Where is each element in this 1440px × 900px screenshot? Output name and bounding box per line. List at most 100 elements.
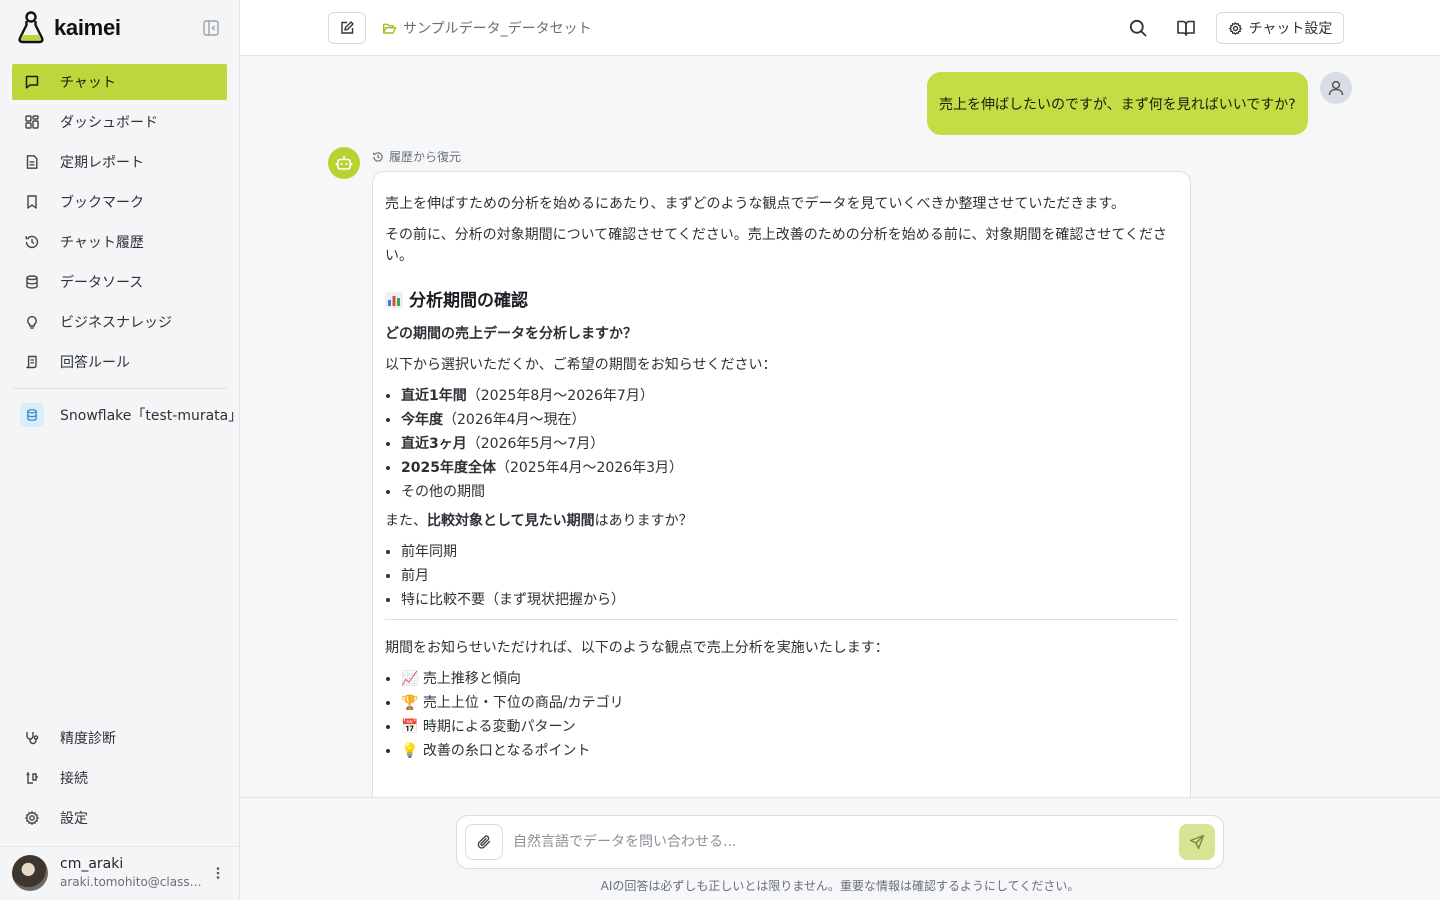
paperclip-icon — [477, 835, 491, 849]
docs-button[interactable] — [1174, 16, 1198, 40]
period-range: （2026年4月〜現在） — [443, 411, 586, 428]
bot-paragraph: 以下から選択いただくか、ご希望の期間をお知らせください： — [385, 356, 777, 373]
brand[interactable]: kaimei — [16, 10, 121, 46]
text-segment: はありますか？ — [594, 512, 693, 529]
lightbulb-icon: 💡 — [401, 742, 419, 759]
chat-settings-button[interactable]: チャット設定 — [1216, 12, 1344, 44]
bot-heading-text: 分析期間の確認 — [409, 291, 528, 311]
datasource-label: Snowflake「test-murata」 — [60, 408, 240, 424]
user-message-text: 売上を伸ばしたいのですが、まず何を見ればいいですか? — [939, 96, 1296, 113]
attach-button[interactable] — [465, 824, 503, 860]
search-button[interactable] — [1126, 16, 1150, 40]
history-icon — [25, 235, 39, 249]
list-item: 🏆 売上上位・下位の商品/カテゴリ — [401, 693, 1178, 714]
dashboard-icon — [25, 115, 39, 129]
sidebar-item-settings[interactable]: 設定 — [12, 800, 227, 836]
chart-up-icon: 📈 — [401, 670, 419, 687]
snowflake-db-icon — [20, 403, 44, 427]
user-email: araki.tomohito@classmethod.jp — [60, 875, 205, 889]
text-segment: また、 — [385, 512, 427, 529]
list-item: 直近1年間（2025年8月〜2026年7月） — [401, 386, 1178, 407]
bot-paragraph: 売上を伸ばすための分析を始めるにあたり、まずどのような観点でデータを見ていくべき… — [385, 196, 1126, 212]
history-icon — [373, 151, 383, 162]
gear-icon — [1228, 21, 1242, 35]
send-icon — [1189, 834, 1205, 850]
bot-heading: 分析期間の確認 — [385, 289, 1178, 315]
perspective-text: 改善の糸口となるポイント — [422, 742, 591, 759]
chat-icon — [25, 75, 39, 89]
sidebar-item-rules[interactable]: 回答ルール — [12, 344, 227, 380]
period-range: その他の期間 — [401, 483, 485, 500]
sidebar-item-label: 接続 — [60, 771, 88, 787]
sidebar-item-label: データソース — [60, 275, 144, 291]
compare-options: 前年同期 前月 特に比較不要（まず現状把握から） — [385, 542, 1178, 611]
list-item: 前年同期 — [401, 542, 1178, 563]
user-profile[interactable]: cm_araki araki.tomohito@classmethod.jp — [12, 855, 234, 891]
bookmark-icon — [27, 195, 37, 209]
chat-area: 売上を伸ばしたいのですが、まず何を見ればいいですか? 履歴から復元 売上を伸ばす… — [240, 56, 1440, 797]
bot-paragraph: 期間をお知らせいただければ、以下のような観点で売上分析を実施いたします： — [385, 639, 889, 656]
list-item: 2025年度全体（2025年4月〜2026年3月） — [401, 458, 1178, 479]
list-item: 前月 — [401, 566, 1178, 587]
list-item: 💡 改善の糸口となるポイント — [401, 741, 1178, 762]
search-icon — [1129, 19, 1147, 37]
sidebar-item-label: 定期レポート — [60, 155, 144, 171]
calendar-icon: 📅 — [401, 718, 419, 735]
divider — [385, 618, 1178, 620]
brand-name: kaimei — [54, 15, 121, 40]
bar-chart-icon — [385, 292, 403, 308]
period-name: 直近3ヶ月 — [401, 435, 467, 452]
chat-input[interactable] — [513, 830, 1153, 854]
restore-label: 履歴から復元 — [389, 150, 462, 164]
sidebar: kaimei チャット ダッシュボード 定期レポート ブックマーク チャット履歴 — [0, 0, 240, 900]
database-icon — [26, 275, 38, 289]
sidebar-item-history[interactable]: チャット履歴 — [12, 224, 227, 260]
perspective-text: 売上上位・下位の商品/カテゴリ — [422, 694, 624, 711]
sidebar-item-chat[interactable]: チャット — [12, 64, 227, 100]
period-range: （2025年4月〜2026年3月） — [495, 459, 684, 476]
rules-icon — [26, 355, 37, 369]
kaimei-logo-icon — [18, 11, 44, 44]
sidebar-item-datasource[interactable]: データソース — [12, 264, 227, 300]
list-item: その他の期間 — [401, 482, 1178, 503]
period-name: 2025年度全体 — [401, 459, 496, 476]
list-item: 特に比較不要（まず現状把握から） — [401, 590, 1178, 611]
composer-area: AIの回答は必ずしも正しいとは限りません。重要な情報は確認するようにしてください… — [240, 797, 1440, 900]
sidebar-divider — [12, 388, 227, 389]
gear-icon — [25, 811, 39, 825]
sidebar-item-label: ビジネスナレッジ — [60, 315, 172, 331]
sidebar-item-label: 回答ルール — [60, 355, 130, 371]
sidebar-item-label: チャット履歴 — [60, 235, 144, 251]
list-item: 📅 時期による変動パターン — [401, 717, 1178, 738]
text-emphasis: 比較対象として見たい期間 — [427, 512, 595, 529]
user-divider — [0, 846, 240, 847]
period-options: 直近1年間（2025年8月〜2026年7月） 今年度（2026年4月〜現在） 直… — [385, 386, 1178, 503]
send-button[interactable] — [1179, 824, 1215, 860]
list-item: 今年度（2026年4月〜現在） — [401, 410, 1178, 431]
bot-message: 売上を伸ばすための分析を始めるにあたり、まずどのような観点でデータを見ていくべき… — [372, 171, 1191, 797]
bot-avatar — [328, 147, 360, 179]
period-name: 直近1年間 — [401, 387, 467, 404]
sidebar-item-dashboard[interactable]: ダッシュボード — [12, 104, 227, 140]
report-icon — [26, 155, 38, 169]
sidebar-item-label: 精度診断 — [60, 731, 116, 747]
dataset-name: サンプルデータ_データセット — [403, 21, 592, 37]
folder-open-icon — [382, 23, 397, 34]
sidebar-item-bookmark[interactable]: ブックマーク — [12, 184, 227, 220]
sidebar-item-report[interactable]: 定期レポート — [12, 144, 227, 180]
collapse-sidebar-icon[interactable] — [202, 19, 220, 37]
new-chat-button[interactable] — [328, 12, 366, 44]
restore-from-history: 履歴から復元 — [372, 148, 461, 165]
list-item: 直近3ヶ月（2026年5月〜7月） — [401, 434, 1178, 455]
sidebar-item-accuracy[interactable]: 精度診断 — [12, 720, 227, 756]
period-range: （2026年5月〜7月） — [466, 435, 605, 452]
sidebar-item-connection[interactable]: 接続 — [12, 760, 227, 796]
sidebar-item-knowledge[interactable]: ビジネスナレッジ — [12, 304, 227, 340]
dataset-selector[interactable]: サンプルデータ_データセット — [382, 18, 592, 38]
sidebar-datasource-snowflake[interactable]: Snowflake「test-murata」 — [12, 399, 240, 431]
lightbulb-icon — [27, 315, 37, 329]
ai-disclaimer: AIの回答は必ずしも正しいとは限りません。重要な情報は確認するようにしてください… — [600, 879, 1080, 893]
book-open-icon — [1177, 20, 1195, 36]
more-vertical-icon[interactable] — [210, 865, 226, 881]
bot-question: どの期間の売上データを分析しますか？ — [385, 324, 1178, 345]
